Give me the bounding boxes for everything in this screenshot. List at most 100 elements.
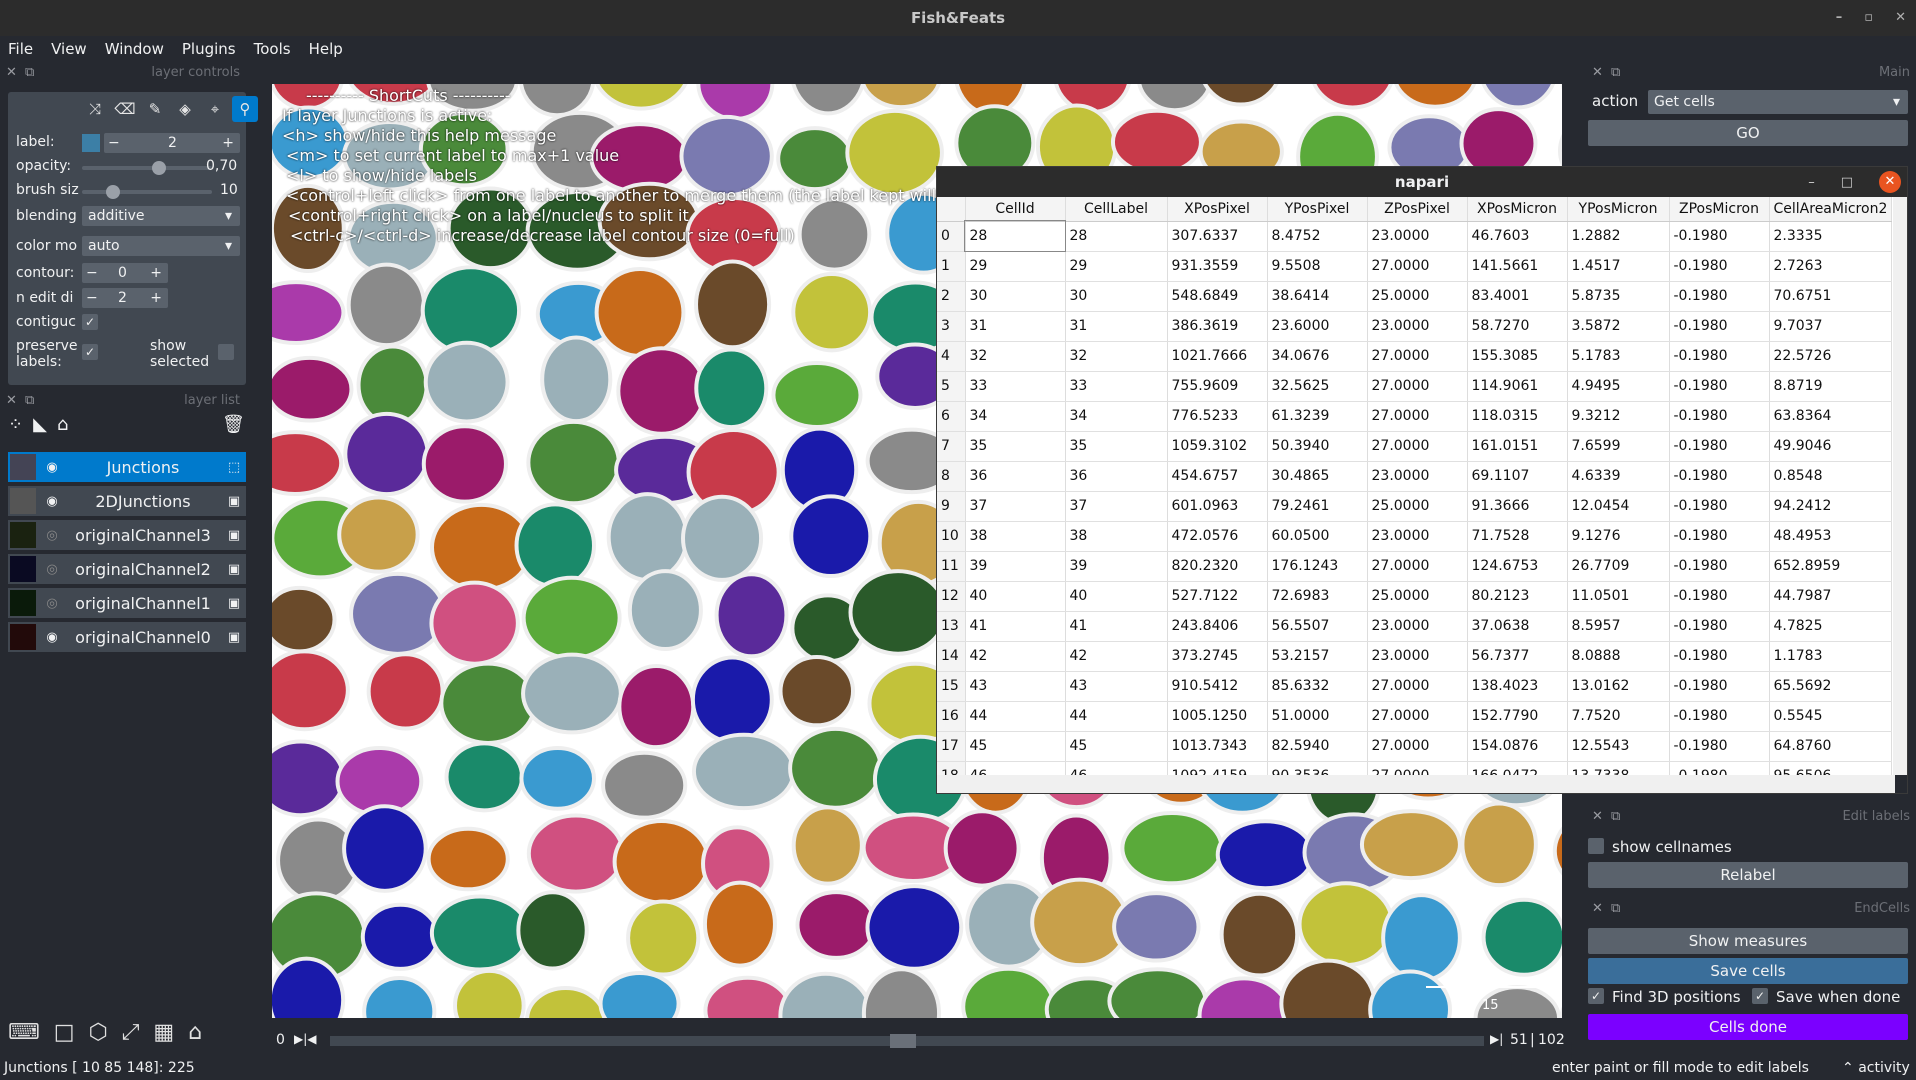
table-cell[interactable]: -0.1980 xyxy=(1669,281,1770,312)
cells-done-button[interactable]: Cells done xyxy=(1588,1014,1908,1040)
table-cell[interactable]: 9.3212 xyxy=(1567,401,1670,432)
column-header[interactable]: ZPosPixel xyxy=(1367,197,1468,222)
table-cell[interactable]: 23.0000 xyxy=(1367,311,1468,342)
brush-icon[interactable]: ✎ xyxy=(142,96,168,122)
table-cell[interactable]: 25.0000 xyxy=(1367,581,1468,612)
zoom-icon[interactable]: ⚲ xyxy=(232,96,258,122)
column-header[interactable]: CellAreaMicron2 xyxy=(1769,197,1893,222)
table-cell[interactable]: 243.8406 xyxy=(1167,611,1268,642)
table-cell[interactable]: -0.1980 xyxy=(1669,731,1770,762)
table-cell[interactable]: 8.8719 xyxy=(1769,371,1893,402)
new-labels-icon[interactable]: ⌂ xyxy=(57,414,68,435)
table-cell[interactable]: -0.1980 xyxy=(1669,461,1770,492)
table-cell[interactable]: 9.7037 xyxy=(1769,311,1893,342)
layer-item-originalchannel1[interactable]: ◎ originalChannel1 ▣ xyxy=(8,588,246,618)
table-cell[interactable]: 0.5545 xyxy=(1769,701,1893,732)
menu-plugins[interactable]: Plugins xyxy=(182,40,236,58)
show-measures-button[interactable]: Show measures xyxy=(1588,928,1908,954)
eye-hidden-icon[interactable]: ◎ xyxy=(40,562,64,577)
table-row[interactable]: 13 41 41 243.8406 56.5507 23.0000 37.0638 8.595… xyxy=(937,611,1893,642)
table-cell[interactable]: 154.0876 xyxy=(1467,731,1568,762)
eye-icon[interactable]: ◉ xyxy=(40,460,64,475)
table-row[interactable]: 17 45 45 1013.7343 82.5940 27.0000 154.0876 12.… xyxy=(937,731,1893,762)
column-header[interactable]: XPosPixel xyxy=(1167,197,1268,222)
table-cell[interactable]: 931.3559 xyxy=(1167,251,1268,282)
table-cell[interactable]: 1.2882 xyxy=(1567,221,1670,252)
table-row[interactable]: 0 28 28 307.6337 8.4752 23.0000 46.7603 1.2882-… xyxy=(937,220,1893,252)
n-edit-dim-spinbox[interactable]: −2 + xyxy=(82,288,168,308)
table-cell[interactable]: 5.1783 xyxy=(1567,341,1670,372)
table-cell[interactable]: 307.6337 xyxy=(1167,221,1268,252)
table-cell[interactable]: 33 xyxy=(965,371,1066,402)
table-cell[interactable]: 13.0162 xyxy=(1567,671,1670,702)
table-cell[interactable]: 2.7263 xyxy=(1769,251,1893,282)
table-cell[interactable]: 31 xyxy=(965,311,1066,342)
table-row[interactable]: 5 33 33 755.9609 32.5625 27.0000 114.9061 4.949… xyxy=(937,371,1893,402)
table-cell[interactable]: 44 xyxy=(1065,701,1168,732)
table-cell[interactable]: -0.1980 xyxy=(1669,671,1770,702)
table-cell[interactable]: 61.3239 xyxy=(1267,401,1368,432)
table-cell[interactable]: -0.1980 xyxy=(1669,341,1770,372)
dock-controls-icon[interactable]: ✕ ⧉ xyxy=(1592,64,1622,82)
table-cell[interactable]: 38.6414 xyxy=(1267,281,1368,312)
table-cell[interactable]: 34 xyxy=(1065,401,1168,432)
table-cell[interactable]: 114.9061 xyxy=(1467,371,1568,402)
table-cell[interactable]: 42 xyxy=(1065,641,1168,672)
shuffle-icon[interactable]: ⤨ xyxy=(82,96,108,122)
table-cell[interactable]: 4.7825 xyxy=(1769,611,1893,642)
table-cell[interactable]: 8.4752 xyxy=(1267,221,1368,252)
table-cell[interactable]: 601.0963 xyxy=(1167,491,1268,522)
table-cell[interactable]: 472.0576 xyxy=(1167,521,1268,552)
save-when-done-checkbox[interactable]: ✓ xyxy=(1752,988,1768,1004)
layer-item-originalchannel2[interactable]: ◎ originalChannel2 ▣ xyxy=(8,554,246,584)
column-header[interactable]: CellId xyxy=(965,197,1066,222)
contour-spinbox[interactable]: −0 + xyxy=(82,263,168,283)
brush-size-slider[interactable] xyxy=(82,190,212,194)
table-cell[interactable]: 1059.3102 xyxy=(1167,431,1268,462)
table-cell[interactable]: -0.1980 xyxy=(1669,611,1770,642)
table-cell[interactable]: 80.2123 xyxy=(1467,581,1568,612)
column-header[interactable]: CellLabel xyxy=(1065,197,1168,222)
find3d-checkbox[interactable]: ✓ xyxy=(1588,988,1604,1004)
table-row[interactable]: 1846461092.415990.353627.0000166.047213.… xyxy=(937,761,1893,775)
table-cell[interactable]: 12.5543 xyxy=(1567,731,1670,762)
table-cell[interactable]: 27.0000 xyxy=(1367,671,1468,702)
table-cell[interactable]: 1005.1250 xyxy=(1167,701,1268,732)
table-cell[interactable]: 25.0000 xyxy=(1367,281,1468,312)
layer-item-junctions[interactable]: ◉ Junctions ⬚ xyxy=(8,452,246,482)
table-cell[interactable]: 30.4865 xyxy=(1267,461,1368,492)
table-cell[interactable]: 40 xyxy=(1065,581,1168,612)
table-cell[interactable]: -0.1980 xyxy=(1669,521,1770,552)
table-cell[interactable]: 152.7790 xyxy=(1467,701,1568,732)
table-cell[interactable]: 32 xyxy=(1065,341,1168,372)
table-cell[interactable]: -0.1980 xyxy=(1669,221,1770,252)
eye-icon[interactable]: ◉ xyxy=(40,630,64,645)
eye-hidden-icon[interactable]: ◎ xyxy=(40,528,64,543)
table-cell[interactable]: 35 xyxy=(965,431,1066,462)
table-cell[interactable]: 3.5872 xyxy=(1567,311,1670,342)
table-cell[interactable]: 51.0000 xyxy=(1267,701,1368,732)
table-cell[interactable]: 37 xyxy=(965,491,1066,522)
menu-tools[interactable]: Tools xyxy=(254,40,291,58)
table-cell[interactable]: 41 xyxy=(965,611,1066,642)
table-row[interactable]: 16 44 44 1005.1250 51.0000 27.0000 152.7790 7.7… xyxy=(937,701,1893,732)
table-cell[interactable]: 34 xyxy=(965,401,1066,432)
table-cell[interactable]: 83.4001 xyxy=(1467,281,1568,312)
table-cell[interactable]: 44 xyxy=(965,701,1066,732)
table-cell[interactable]: 79.2461 xyxy=(1267,491,1368,522)
table-cell[interactable]: 2.3335 xyxy=(1769,221,1893,252)
table-cell[interactable]: 32 xyxy=(965,341,1066,372)
table-cell[interactable]: 548.6849 xyxy=(1167,281,1268,312)
dock-controls-icon[interactable]: ✕ ⧉ xyxy=(6,64,36,82)
table-cell[interactable]: 41 xyxy=(1065,611,1168,642)
table-cell[interactable]: 910.5412 xyxy=(1167,671,1268,702)
table-row[interactable]: 12 40 40 527.7122 72.6983 25.0000 80.2123 11.05… xyxy=(937,581,1893,612)
eye-icon[interactable]: ◉ xyxy=(40,494,64,509)
table-cell[interactable]: -0.1980 xyxy=(1669,251,1770,282)
table-cell[interactable]: 38 xyxy=(965,521,1066,552)
table-cell[interactable]: 124.6753 xyxy=(1467,551,1568,582)
table-cell[interactable]: 166.0472 xyxy=(1467,761,1568,775)
table-cell[interactable]: 43 xyxy=(1065,671,1168,702)
table-cell[interactable]: -0.1980 xyxy=(1669,311,1770,342)
menu-file[interactable]: File xyxy=(8,40,33,58)
